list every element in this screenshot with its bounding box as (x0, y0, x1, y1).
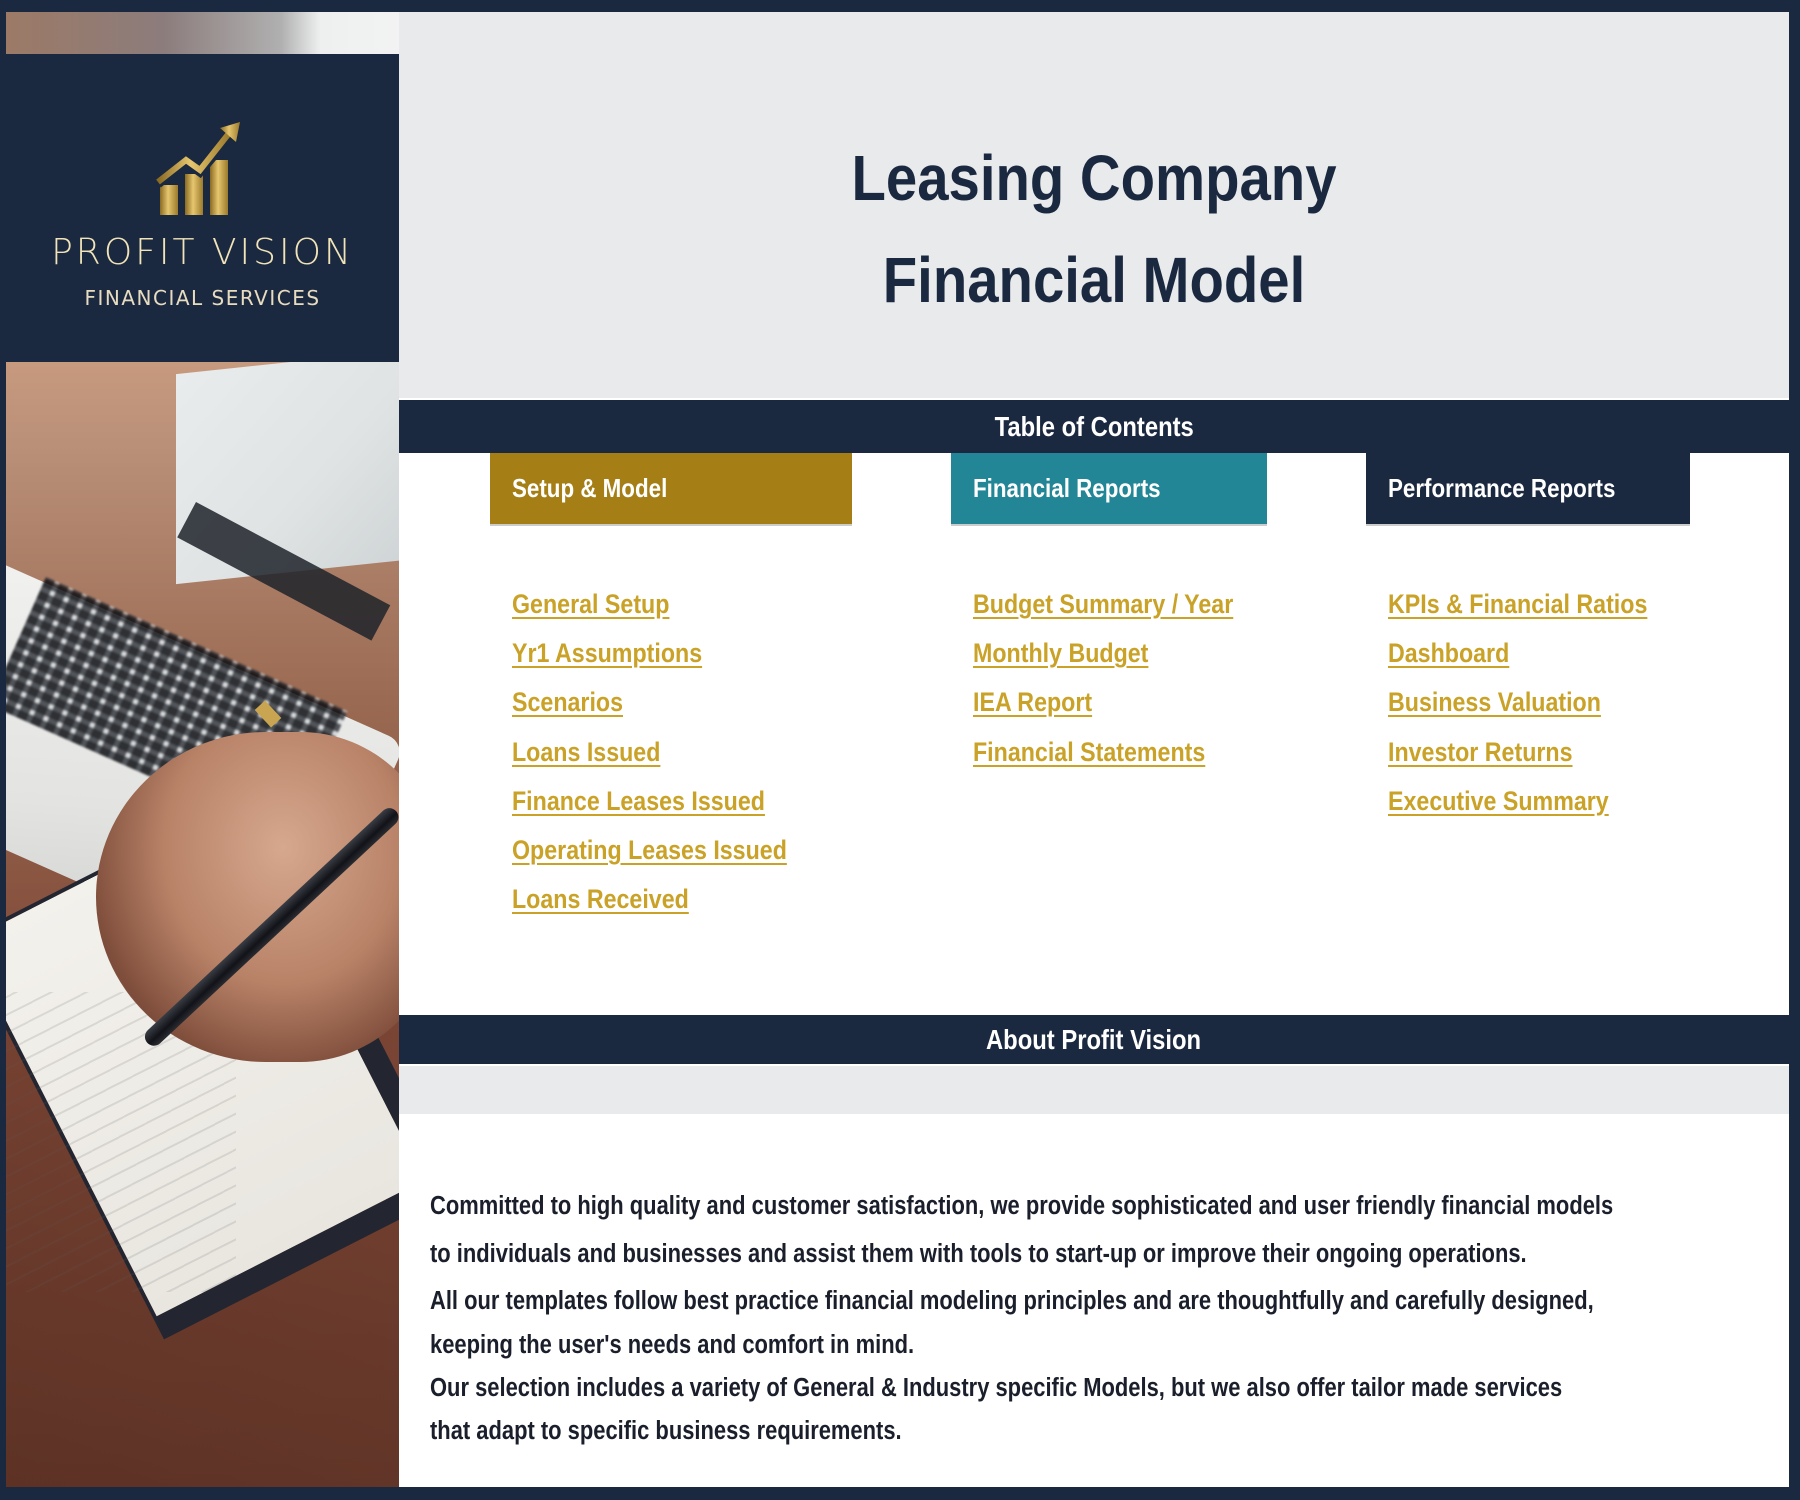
about-line: Committed to high quality and customer s… (430, 1192, 1614, 1220)
section-header-performance-reports: Performance Reports (1366, 453, 1690, 524)
link-iea-report[interactable]: IEA Report (973, 682, 1233, 731)
page-title-line-1: Leasing Company (851, 142, 1337, 214)
rising-bar-chart-arrow-icon (155, 122, 240, 215)
link-investor-returns[interactable]: Investor Returns (1388, 732, 1647, 781)
link-operating-leases-issued[interactable]: Operating Leases Issued (512, 830, 787, 879)
link-business-valuation[interactable]: Business Valuation (1388, 682, 1647, 731)
sidebar-photo-panel: PROFIT VISION FINANCIAL SERVICES (6, 12, 399, 1487)
link-scenarios[interactable]: Scenarios (512, 682, 787, 731)
section-header-performance-reports-label: Performance Reports (1388, 473, 1616, 503)
link-monthly-budget[interactable]: Monthly Budget (973, 633, 1233, 682)
table-of-contents-title: Table of Contents (994, 411, 1194, 442)
section-header-setup: Setup & Model Calculations (490, 453, 852, 574)
brand-name: PROFIT VISION (51, 232, 354, 273)
link-kpis-financial-ratios[interactable]: KPIs & Financial Ratios (1388, 584, 1647, 633)
about-line: that adapt to specific business requirem… (430, 1417, 902, 1445)
about-line: Our selection includes a variety of Gene… (430, 1374, 1563, 1402)
link-dashboard[interactable]: Dashboard (1388, 633, 1647, 682)
link-budget-summary-year[interactable]: Budget Summary / Year (973, 584, 1233, 633)
about-line: keeping the user's needs and comfort in … (430, 1331, 915, 1359)
page-title-line-2: Financial Model (882, 244, 1306, 316)
title-panel: Leasing Company Financial Model (399, 12, 1789, 400)
link-financial-statements[interactable]: Financial Statements (973, 732, 1233, 781)
performance-reports-links-list: KPIs & Financial Ratios Dashboard Busine… (1388, 584, 1690, 830)
about-line: to individuals and businesses and assist… (430, 1240, 1527, 1268)
page-title: Leasing Company Financial Model (399, 127, 1789, 331)
table-of-contents-header: Table of Contents (399, 400, 1789, 453)
link-loans-received[interactable]: Loans Received (512, 879, 787, 928)
about-header: About Profit Vision (399, 1015, 1789, 1064)
about-line: All our templates follow best practice f… (430, 1287, 1594, 1315)
link-general-setup[interactable]: General Setup (512, 584, 787, 633)
brand-logo-block: PROFIT VISION FINANCIAL SERVICES (6, 54, 399, 362)
section-header-financial-reports: Financial Reports (951, 453, 1267, 524)
financial-reports-links-list: Budget Summary / Year Monthly Budget IEA… (973, 584, 1276, 781)
section-header-setup-label: Setup & Model Calculations (512, 473, 668, 574)
brand-subtitle: FINANCIAL SERVICES (84, 286, 321, 310)
link-yr1-assumptions[interactable]: Yr1 Assumptions (512, 633, 787, 682)
link-finance-leases-issued[interactable]: Finance Leases Issued (512, 781, 787, 830)
main-content: Leasing Company Financial Model Table of… (399, 12, 1789, 1487)
about-description: Committed to high quality and customer s… (430, 1182, 1760, 1453)
photo-top-strip (6, 12, 399, 54)
about-title: About Profit Vision (986, 1024, 1202, 1055)
setup-links-list: General Setup Yr1 Assumptions Scenarios … (512, 584, 832, 928)
link-executive-summary[interactable]: Executive Summary (1388, 781, 1647, 830)
about-divider-strip (399, 1066, 1789, 1114)
section-header-financial-reports-label: Financial Reports (973, 473, 1161, 503)
link-loans-issued[interactable]: Loans Issued (512, 732, 787, 781)
